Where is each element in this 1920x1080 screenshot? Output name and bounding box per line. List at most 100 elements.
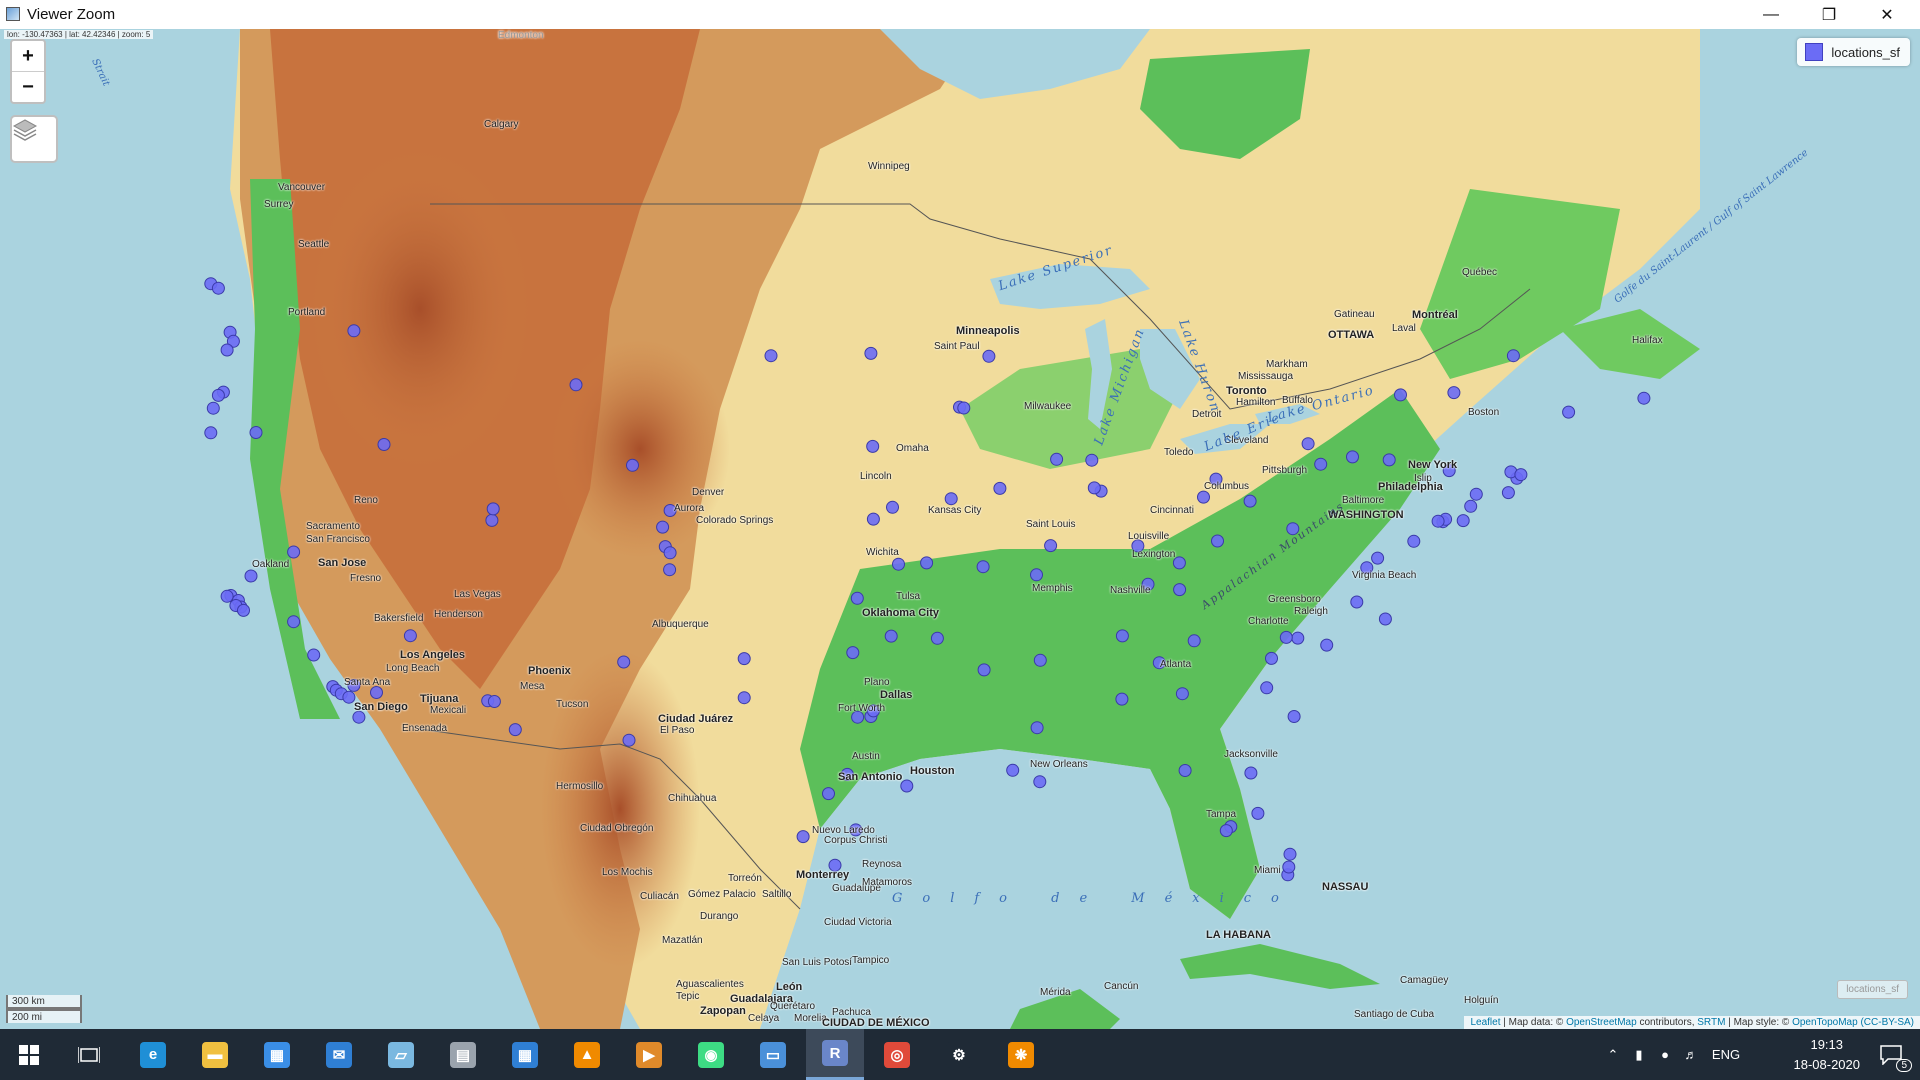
location-point[interactable] [1282, 860, 1296, 874]
location-point[interactable] [569, 378, 583, 392]
taskbar-app-tamil-app[interactable]: ❋ [992, 1029, 1050, 1080]
location-point[interactable] [1506, 349, 1520, 363]
location-point[interactable] [977, 663, 991, 677]
location-point[interactable] [1260, 681, 1274, 695]
location-point[interactable] [1033, 775, 1047, 789]
location-point[interactable] [403, 629, 417, 643]
wifi-icon[interactable]: ● [1652, 1047, 1678, 1062]
taskbar-app-mail[interactable]: ✉ [310, 1029, 368, 1080]
location-point[interactable] [244, 569, 258, 583]
osm-link[interactable]: OpenStreetMap [1566, 1017, 1637, 1028]
location-point[interactable] [737, 691, 751, 705]
location-point[interactable] [1219, 824, 1233, 838]
location-point[interactable] [1030, 568, 1043, 582]
location-point[interactable] [1637, 391, 1651, 405]
location-point[interactable] [370, 686, 383, 699]
location-point[interactable] [663, 546, 677, 560]
location-point[interactable] [1283, 847, 1297, 861]
clock[interactable]: 19:13 18-08-2020 [1794, 1035, 1861, 1075]
location-point[interactable] [1447, 386, 1461, 400]
location-point[interactable] [1044, 539, 1058, 553]
taskbar-app-chrome[interactable]: ◎ [868, 1029, 926, 1080]
minimize-button[interactable]: — [1742, 0, 1800, 29]
location-point[interactable] [206, 401, 220, 415]
srtm-link[interactable]: SRTM [1697, 1017, 1725, 1028]
map-viewer[interactable]: lon: -130.47363 | lat: 42.42346 | zoom: … [0, 29, 1920, 1029]
location-point[interactable] [796, 830, 810, 844]
taskbar-app-edge[interactable]: e [124, 1029, 182, 1080]
taskbar-app-vlc[interactable]: ▲ [558, 1029, 616, 1080]
location-point[interactable] [1378, 612, 1392, 626]
opentopomap-link[interactable]: OpenTopoMap [1792, 1017, 1858, 1028]
location-point[interactable] [1033, 653, 1047, 667]
notification-button[interactable]: 5 [1862, 1029, 1920, 1080]
location-point[interactable] [1244, 766, 1258, 780]
chevron-up-icon[interactable]: ⌃ [1600, 1047, 1626, 1063]
location-point[interactable] [976, 560, 990, 574]
zoom-out-button[interactable]: − [12, 71, 44, 102]
location-point[interactable] [1050, 452, 1064, 466]
taskbar-app-notes[interactable]: ▱ [372, 1029, 430, 1080]
location-point[interactable] [1562, 405, 1576, 419]
location-point[interactable] [1030, 721, 1044, 735]
location-point[interactable] [1291, 631, 1305, 645]
location-point[interactable] [663, 563, 677, 577]
location-point[interactable] [307, 648, 321, 662]
location-point[interactable] [1350, 595, 1364, 609]
taskbar-app-file-explorer[interactable]: ▬ [186, 1029, 244, 1080]
taskbar-app-media-player[interactable]: ▶ [620, 1029, 678, 1080]
location-point[interactable] [1211, 534, 1224, 548]
location-point[interactable] [982, 349, 996, 363]
restore-button[interactable]: ❐ [1800, 0, 1858, 29]
location-point[interactable] [993, 481, 1007, 495]
location-point[interactable] [1243, 494, 1257, 508]
task-view-button[interactable] [60, 1029, 118, 1080]
location-point[interactable] [622, 733, 636, 747]
taskbar-app-settings[interactable]: ⚙ [930, 1029, 988, 1080]
location-point[interactable] [1115, 692, 1129, 706]
location-point[interactable] [1287, 710, 1301, 723]
minimap-toggle[interactable]: locations_sf [1837, 980, 1908, 999]
location-point[interactable] [377, 438, 391, 451]
location-point[interactable] [347, 324, 361, 338]
location-point[interactable] [352, 710, 366, 724]
location-point[interactable] [737, 652, 751, 666]
location-point[interactable] [1175, 687, 1189, 701]
taskbar-app-android-studio[interactable]: ◉ [682, 1029, 740, 1080]
location-point[interactable] [1394, 388, 1407, 402]
location-point[interactable] [1469, 487, 1483, 501]
location-point[interactable] [1501, 486, 1515, 500]
location-point[interactable] [1279, 630, 1293, 644]
location-point[interactable] [1371, 551, 1385, 565]
location-point[interactable] [957, 401, 971, 415]
location-point[interactable] [1314, 457, 1328, 471]
location-point[interactable] [892, 557, 905, 571]
leaflet-link[interactable]: Leaflet [1470, 1017, 1500, 1028]
location-point[interactable] [864, 346, 878, 360]
location-point[interactable] [1087, 481, 1101, 495]
location-point[interactable] [846, 646, 860, 660]
location-point[interactable] [1382, 453, 1396, 467]
taskbar-app-store[interactable]: ▦ [248, 1029, 306, 1080]
location-point[interactable] [1301, 437, 1315, 451]
location-point[interactable] [930, 631, 944, 645]
location-point[interactable] [1251, 806, 1265, 820]
location-point[interactable] [884, 629, 898, 643]
location-point[interactable] [866, 439, 880, 453]
location-point[interactable] [850, 591, 864, 605]
location-point[interactable] [486, 502, 500, 516]
location-point[interactable] [211, 388, 225, 402]
location-point[interactable] [617, 655, 631, 669]
location-point[interactable] [1456, 514, 1470, 528]
zoom-in-button[interactable]: + [12, 41, 44, 71]
location-point[interactable] [764, 349, 778, 363]
location-point[interactable] [249, 426, 263, 439]
location-point[interactable] [920, 556, 934, 570]
taskbar-app-calendar[interactable]: ▦ [496, 1029, 554, 1080]
location-point[interactable] [287, 615, 301, 629]
location-point[interactable] [1514, 468, 1528, 482]
taskbar-app-remote-desktop[interactable]: ▭ [744, 1029, 802, 1080]
location-point[interactable] [1085, 453, 1099, 467]
battery-icon[interactable]: ▮ [1626, 1047, 1652, 1063]
location-point[interactable] [211, 281, 225, 295]
